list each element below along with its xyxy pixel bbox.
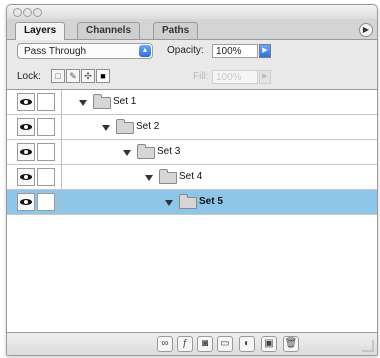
folder-icon bbox=[116, 119, 134, 134]
opacity-slider-button[interactable]: ▶ bbox=[259, 44, 271, 58]
adjustment-layer-icon[interactable]: ◐ bbox=[239, 336, 255, 352]
layer-mask-icon[interactable]: ◙ bbox=[197, 336, 213, 352]
lock-move-icon[interactable]: ✣ bbox=[81, 69, 95, 83]
link-cell[interactable] bbox=[37, 118, 55, 136]
visibility-toggle[interactable] bbox=[17, 193, 35, 211]
layer-row[interactable]: Set 4 bbox=[7, 165, 377, 190]
lock-label: Lock: bbox=[17, 71, 41, 82]
link-cell[interactable] bbox=[37, 143, 55, 161]
traffic-light-minimize-icon[interactable] bbox=[23, 8, 32, 17]
link-cell[interactable] bbox=[37, 168, 55, 186]
eye-icon bbox=[20, 149, 32, 155]
disclosure-triangle-icon[interactable] bbox=[145, 175, 153, 181]
layer-row-selected[interactable]: Set 5 bbox=[7, 190, 377, 215]
titlebar bbox=[7, 5, 377, 19]
folder-icon bbox=[137, 144, 155, 159]
divider bbox=[61, 115, 62, 139]
disclosure-triangle-icon[interactable] bbox=[123, 150, 131, 156]
fill-slider-button[interactable]: ▶ bbox=[259, 70, 271, 84]
layer-name: Set 2 bbox=[136, 121, 160, 132]
divider bbox=[61, 140, 62, 164]
tab-strip: Layers Channels Paths ▶ bbox=[7, 19, 377, 40]
folder-icon bbox=[93, 94, 111, 109]
lock-transparency-icon[interactable]: □ bbox=[51, 69, 65, 83]
eye-icon bbox=[20, 99, 32, 105]
lock-all-icon[interactable]: ■ bbox=[96, 69, 110, 83]
visibility-toggle[interactable] bbox=[17, 93, 35, 111]
lock-fill-row: Lock: □ ✎ ✣ ■ Fill: 100% ▶ bbox=[7, 65, 377, 90]
layer-row[interactable]: Set 3 bbox=[7, 140, 377, 165]
blend-mode-dropdown[interactable]: Pass Through ▲ bbox=[17, 43, 153, 59]
visibility-toggle[interactable] bbox=[17, 118, 35, 136]
new-layer-icon[interactable]: ▣ bbox=[261, 336, 277, 352]
bottom-toolbar: ∞ ƒ ◙ ▭ ◐ ▣ 🗑 bbox=[7, 332, 377, 355]
panel-menu-button[interactable]: ▶ bbox=[359, 23, 373, 37]
layer-name: Set 4 bbox=[179, 171, 203, 182]
link-layers-icon[interactable]: ∞ bbox=[157, 336, 173, 352]
eye-icon bbox=[20, 199, 32, 205]
layer-row[interactable]: Set 1 bbox=[7, 90, 377, 115]
layer-name: Set 3 bbox=[157, 146, 181, 157]
trash-icon[interactable]: 🗑 bbox=[283, 336, 299, 352]
folder-icon bbox=[179, 194, 197, 209]
eye-icon bbox=[20, 174, 32, 180]
opacity-label: Opacity: bbox=[167, 45, 204, 56]
blend-opacity-row: Pass Through ▲ Opacity: 100% ▶ bbox=[7, 40, 377, 64]
tab-channels[interactable]: Channels bbox=[77, 22, 141, 39]
resize-grip-icon[interactable] bbox=[362, 340, 374, 352]
divider bbox=[61, 90, 62, 114]
layers-panel-window: Layers Channels Paths ▶ Pass Through ▲ O… bbox=[6, 4, 378, 356]
tab-paths[interactable]: Paths bbox=[153, 22, 199, 39]
layer-name: Set 1 bbox=[113, 96, 137, 107]
tab-layers[interactable]: Layers bbox=[15, 22, 66, 40]
visibility-toggle[interactable] bbox=[17, 143, 35, 161]
folder-icon bbox=[159, 169, 177, 184]
disclosure-triangle-icon[interactable] bbox=[79, 100, 87, 106]
eye-icon bbox=[20, 124, 32, 130]
layer-row[interactable]: Set 2 bbox=[7, 115, 377, 140]
opacity-input[interactable]: 100% bbox=[212, 44, 258, 58]
link-cell[interactable] bbox=[37, 193, 55, 211]
chevron-updown-icon: ▲ bbox=[139, 45, 151, 57]
divider bbox=[61, 165, 62, 189]
divider bbox=[61, 190, 62, 214]
fill-input[interactable]: 100% bbox=[212, 70, 258, 84]
traffic-light-close-icon[interactable] bbox=[13, 8, 22, 17]
disclosure-triangle-icon[interactable] bbox=[102, 125, 110, 131]
new-group-icon[interactable]: ▭ bbox=[217, 336, 233, 352]
link-cell[interactable] bbox=[37, 93, 55, 111]
blend-mode-value: Pass Through bbox=[24, 46, 87, 57]
visibility-toggle[interactable] bbox=[17, 168, 35, 186]
layers-list: Set 1 Set 2 Set 3 Set 4 Set 5 bbox=[7, 90, 377, 332]
lock-paint-brush-icon[interactable]: ✎ bbox=[66, 69, 80, 83]
disclosure-triangle-icon[interactable] bbox=[165, 200, 173, 206]
traffic-light-zoom-icon[interactable] bbox=[33, 8, 42, 17]
layer-style-icon[interactable]: ƒ bbox=[177, 336, 193, 352]
fill-label: Fill: bbox=[193, 71, 209, 82]
layer-name: Set 5 bbox=[199, 196, 223, 207]
